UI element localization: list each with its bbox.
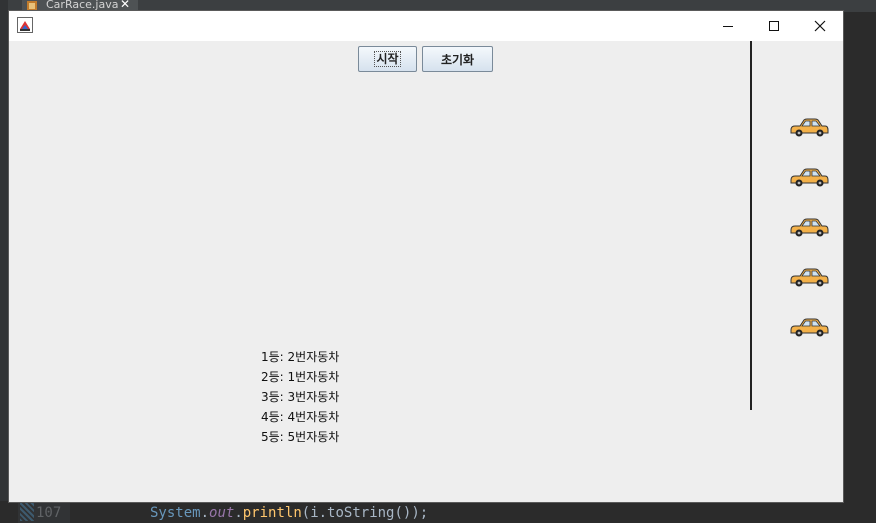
code-line[interactable]: System.out.println(i.toString());: [150, 505, 428, 521]
reset-button[interactable]: 초기화: [422, 46, 493, 72]
code-args: (i.toString());: [301, 505, 429, 521]
result-rank-5: 5등: 5번자동차: [261, 430, 340, 444]
result-rank-1: 1등: 2번자동차: [261, 350, 340, 364]
tab-close-icon[interactable]: ✕: [120, 0, 130, 10]
finish-line: [750, 41, 752, 410]
maximize-button[interactable]: [751, 11, 797, 41]
car-icon: [790, 218, 829, 237]
maximize-icon: [769, 21, 779, 31]
code-dot: .: [234, 505, 243, 521]
car-icon: [790, 168, 829, 187]
java-file-icon: [27, 1, 37, 11]
code-field: out: [209, 505, 235, 521]
code-method: println: [242, 505, 302, 521]
minimize-icon: [723, 26, 733, 27]
result-rank-2: 2등: 1번자동차: [261, 370, 340, 384]
code-class: System: [150, 505, 201, 521]
car-race-window: 시작 초기화 1등: 2번자동차 2등: 1번자동차 3등: 3번자동차 4등:…: [9, 11, 843, 502]
car-icon: [790, 118, 829, 137]
race-panel: 시작 초기화 1등: 2번자동차 2등: 1번자동차 3등: 3번자동차 4등:…: [9, 41, 843, 502]
close-button[interactable]: [797, 11, 843, 41]
ide-tab-label: CarRace.java: [46, 0, 119, 11]
close-icon: [814, 20, 826, 32]
result-rank-3: 3등: 3번자동차: [261, 390, 340, 404]
ide-editor-area: [0, 501, 876, 523]
start-button[interactable]: 시작: [358, 46, 417, 72]
gutter-marker-icon: [20, 503, 34, 521]
start-button-label: 시작: [374, 51, 401, 67]
minimize-button[interactable]: [705, 11, 751, 41]
code-dot: .: [200, 505, 210, 521]
window-titlebar[interactable]: [9, 11, 843, 41]
result-rank-4: 4등: 4번자동차: [261, 410, 340, 424]
ide-left-strip: [0, 0, 8, 523]
car-icon: [790, 268, 829, 287]
line-number: 107: [36, 505, 62, 521]
car-icon: [790, 318, 829, 337]
java-app-icon: [17, 17, 33, 33]
